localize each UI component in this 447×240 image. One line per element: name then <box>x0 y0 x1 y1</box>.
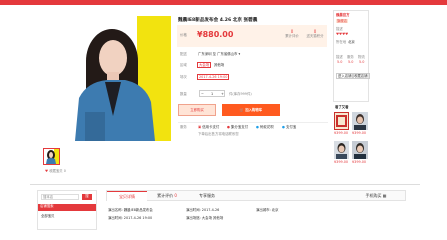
detail-tabs: 宝贝详情 累计评价 0 专享服务 手机购买 ▦ <box>106 190 406 201</box>
service-credit: ▣ 信用卡支付 <box>198 125 219 129</box>
tab-services[interactable]: 专享服务 <box>187 191 227 201</box>
poster-seal-image <box>336 115 347 127</box>
shop-rating-icons: ♥♥♥♥ <box>336 32 349 36</box>
detail-attributes: 演出名称: 魏晨IE8新品发布会 演出时间: 2017-4-26 演出城市: 北… <box>106 204 336 230</box>
buy-now-button[interactable]: 立即购买 <box>178 104 216 116</box>
recommend-price-1: ¥399.00 <box>334 131 349 135</box>
category-title: 店铺搜索 <box>38 204 96 211</box>
shop-card: 魏晨官方 旗舰店 描述 ♥♥♥♥ 所在地 北京 描述 5.0 服务 5.0 物流… <box>333 10 370 102</box>
alipay-icon: ● <box>282 125 285 129</box>
quantity-value[interactable]: 1 <box>211 92 213 96</box>
search-input[interactable]: 搜本店 <box>41 194 79 200</box>
quantity-stepper[interactable]: − 1 + <box>199 90 225 97</box>
top-bar <box>0 0 447 5</box>
favorite-label: 收藏宝贝 <box>49 169 63 173</box>
cart-icon: 🛒 <box>239 108 245 112</box>
attr-2: 演出时间: 2017-4-26 <box>186 208 220 212</box>
tab-services-label: 专享服务 <box>199 193 215 198</box>
favorite-count: 0 <box>63 169 66 173</box>
tab-details[interactable]: 宝贝详情 <box>107 191 147 201</box>
location-option-main[interactable]: 大会场 <box>197 62 212 68</box>
shop-search-box: 搜本店 搜 店铺搜索 全部宝贝 <box>37 190 97 230</box>
delivery-label: 配送 <box>180 52 187 56</box>
huabei-icon: ● <box>256 125 259 129</box>
plus-button[interactable]: + <box>221 92 224 96</box>
price-panel: 价格 ¥880.00 0 累计评价 0 送天猫积分 <box>177 25 327 47</box>
recommend-item-2[interactable] <box>352 112 368 130</box>
bottom-divider <box>30 184 420 185</box>
minus-button[interactable]: − <box>201 92 204 96</box>
add-cart-button[interactable]: 🛒 加入购物车 <box>222 104 280 116</box>
attr-5: 演出场馆: 大会场 其他场 <box>186 216 224 220</box>
time-label: 场次 <box>180 75 187 79</box>
shop-location: 北京 <box>348 40 355 44</box>
category-item-all[interactable]: 全部宝贝 <box>41 214 55 218</box>
stat-points-label: 送天猫积分 <box>306 34 324 38</box>
credit-card-icon: ▣ <box>198 125 202 129</box>
service-label: 服务 <box>180 125 187 129</box>
tab-mobile-label: 手机购买 <box>365 193 382 198</box>
portrait-image-3 <box>336 143 347 159</box>
price-value: ¥880.00 <box>197 30 234 39</box>
enter-shop-button[interactable]: 进入店铺 <box>336 73 354 79</box>
attr-4: 演出时间: 2017-4-26 19:00 <box>108 216 153 220</box>
recommend-price-3: ¥399.00 <box>334 160 349 164</box>
tab-reviews[interactable]: 累计评价 0 <box>147 191 187 201</box>
price-label: 价格 <box>180 33 187 37</box>
tab-mobile[interactable]: 手机购买 ▦ <box>347 191 405 201</box>
service-note: 下单后出售方将电话联系您 <box>198 132 239 136</box>
service-huabei: ● 蚂蚁花呗 <box>256 125 274 129</box>
score-value-3: 5.0 <box>359 60 365 64</box>
product-title: 魏晨IE8新品发布会 4.26 北京 张碧晨 <box>178 18 258 23</box>
delivery-value[interactable]: 广东深圳 至 广东省佛山市 ▾ <box>198 52 240 56</box>
stat-points: 0 送天猫积分 <box>304 29 326 38</box>
stat-reviews: 0 累计评价 <box>282 29 302 38</box>
service-alipay: ● 支付宝 <box>282 125 296 129</box>
recommend-price-2: ¥399.00 <box>352 131 367 135</box>
shop-rating-label: 描述 <box>336 27 343 31</box>
recommend-price-4: ¥399.00 <box>352 160 367 164</box>
tab-reviews-label: 累计评价 <box>157 193 174 198</box>
search-button[interactable]: 搜 <box>82 194 92 200</box>
score-label-2: 服务 <box>347 55 354 59</box>
add-cart-label: 加入购物车 <box>245 108 263 112</box>
qrcode-icon: ▦ <box>382 193 387 198</box>
location-label: 区域 <box>180 63 187 67</box>
score-label-3: 物流 <box>358 55 365 59</box>
attr-3: 演出城市: 北京 <box>256 208 279 212</box>
recommend-item-3[interactable] <box>334 141 349 159</box>
score-value-1: 5.0 <box>337 60 343 64</box>
service-huabei-label: 蚂蚁花呗 <box>260 125 274 129</box>
service-credit-label: 信用卡支付 <box>202 125 220 129</box>
service-points-label: 集分宝支付 <box>231 125 248 129</box>
shop-badge: 旗舰店 <box>336 19 349 23</box>
portrait-image-2 <box>354 114 366 130</box>
favorite-link[interactable]: ♥ 收藏宝贝 0 <box>45 169 66 173</box>
stock-text: 件(库存999件) <box>229 92 252 96</box>
tab-reviews-count: 0 <box>174 193 177 198</box>
favorite-shop-button[interactable]: 收藏店铺 <box>352 73 370 79</box>
quantity-label: 数量 <box>180 92 187 96</box>
score-value-2: 5.0 <box>348 60 354 64</box>
heart-icon: ♥ <box>45 169 49 173</box>
points-icon: ● <box>227 125 230 129</box>
recommend-title: 看了又看 <box>335 105 349 109</box>
time-option[interactable]: 2017-4-26 19:00 <box>197 74 230 80</box>
attr-1: 演出名称: 魏晨IE8新品发布会 <box>108 208 153 212</box>
portrait-image-4 <box>354 143 366 159</box>
service-points: ● 集分宝支付 <box>227 125 248 129</box>
product-main-image[interactable] <box>67 16 171 141</box>
product-thumbnail[interactable] <box>43 148 60 165</box>
shop-location-label: 所在地 <box>336 40 347 44</box>
shop-name[interactable]: 魏晨官方 <box>336 13 350 17</box>
tab-details-label: 宝贝详情 <box>119 194 135 199</box>
services-divider <box>178 122 328 123</box>
recommend-item-4[interactable] <box>352 141 368 159</box>
location-option-other[interactable]: 其他场 <box>214 63 224 67</box>
recommend-item-1[interactable] <box>334 112 349 130</box>
service-alipay-label: 支付宝 <box>286 125 297 129</box>
stat-reviews-label: 累计评价 <box>285 34 299 38</box>
score-label-1: 描述 <box>336 55 343 59</box>
